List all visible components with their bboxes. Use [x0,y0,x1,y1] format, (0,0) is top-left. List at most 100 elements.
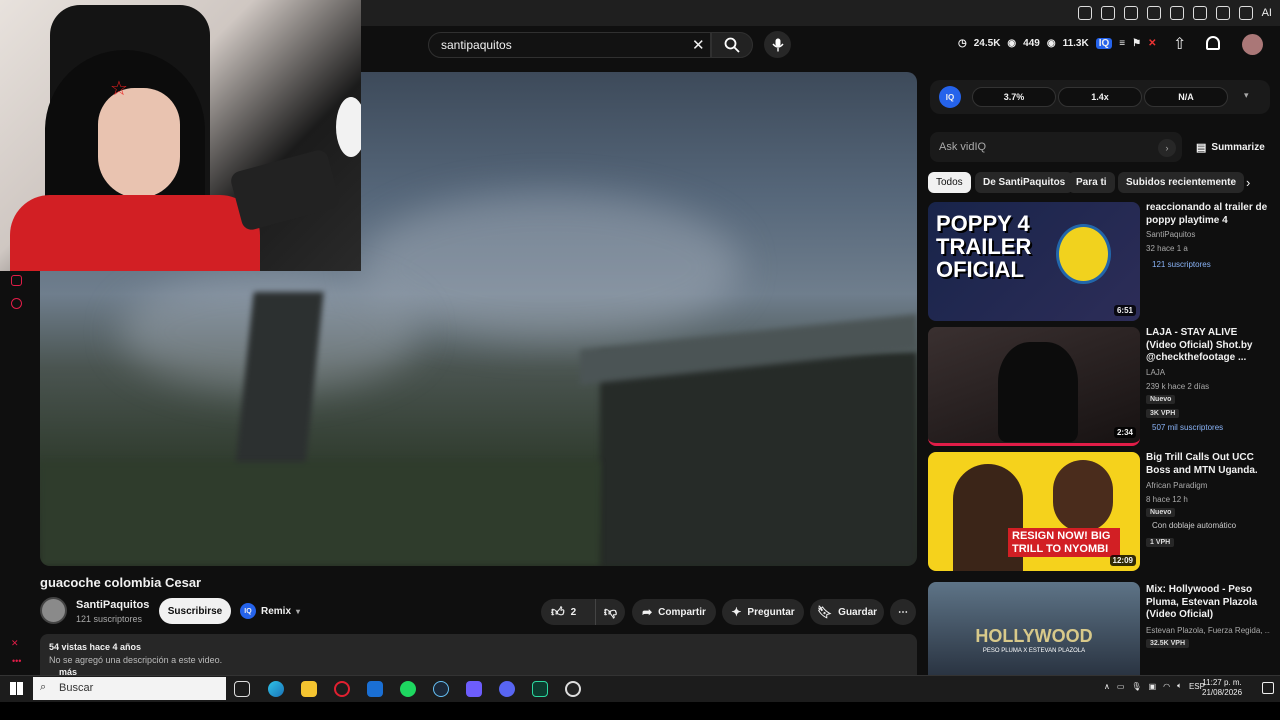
rec-channel[interactable]: SantiPaquitos [1146,230,1195,239]
upload-icon[interactable]: ⇧ [1173,34,1186,54]
rec-title[interactable]: Big Trill Calls Out UCC Boss and MTN Uga… [1146,452,1270,477]
bookmark-icon: 🔖︎ [816,605,833,619]
monitor-app-icon[interactable] [532,681,548,697]
search-icon [724,37,740,53]
rec-stats: 32 hace 1 a [1146,244,1188,253]
list-item[interactable]: 2:34 LAJA - STAY ALIVE (Video Oficial) S… [928,327,1270,447]
taskbar-search-input[interactable]: Buscar [33,677,226,700]
taskbar-clock[interactable]: 11:27 p. m. 21/08/2026 [1202,678,1242,699]
play-icon[interactable] [1146,6,1161,20]
ask-vidiq-input[interactable]: Ask vidIQ [930,132,1182,162]
puzzle-icon[interactable] [1192,6,1207,20]
book-icon: ▤ [1196,142,1207,154]
video-thumbnail[interactable]: POPPY 4 TRAILER OFICIAL 6:51 [928,202,1140,321]
tag-icon[interactable]: ⚑ [1132,38,1141,49]
rail-icon-chat[interactable] [11,275,22,286]
tray-volume-icon[interactable]: 🔈︎ [1177,681,1182,691]
shield-icon[interactable] [1123,6,1138,20]
ask-button[interactable]: ✦ Preguntar [722,599,804,625]
notifications-icon[interactable] [1206,36,1220,50]
chevron-down-icon[interactable]: ▾ [1244,90,1249,101]
eye-icon: ◉ [1007,38,1017,49]
thumbnail-text: POPPY 4 TRAILER OFICIAL [936,211,1032,283]
vidiq-icon: IQ [240,603,256,619]
file-explorer-icon[interactable] [301,681,317,697]
obs-icon[interactable] [565,681,581,697]
download-icon[interactable] [1215,6,1230,20]
heart-icon[interactable] [1169,6,1184,20]
ai-button[interactable]: AI [1262,7,1272,19]
search-input[interactable]: santipaquitos [428,32,711,58]
thumbnail-text: HOLLYWOOD [975,626,1093,646]
vidiq-logo[interactable]: IQ [939,86,961,108]
tray-mic-icon[interactable]: 🎙︎ [1131,682,1141,691]
dislike-button[interactable]: 👎︎ [595,599,625,625]
list-item[interactable]: RESIGN NOW! BIG TRILL TO NYOMBI 12:09 Bi… [928,452,1270,572]
chip-todos[interactable]: Todos [928,172,971,193]
video-thumbnail[interactable]: RESIGN NOW! BIG TRILL TO NYOMBI 12:09 [928,452,1140,571]
menu-lines-icon[interactable]: ≡ [1119,38,1125,49]
share-button[interactable]: ➦ Compartir [632,599,716,625]
summarize-button[interactable]: ▤ Summarize [1196,141,1265,154]
channel-name[interactable]: SantiPaquitos [76,599,149,611]
tray-device-icon[interactable]: ▭ [1117,682,1125,691]
list-item[interactable]: HOLLYWOOD PESO PLUMA X ESTEVAN PLAZOLA M… [928,582,1270,675]
video-thumbnail[interactable]: HOLLYWOOD PESO PLUMA X ESTEVAN PLAZOLA [928,582,1140,675]
rec-extra: 121 suscriptores [1152,260,1211,269]
list-item[interactable]: POPPY 4 TRAILER OFICIAL 6:51 reaccionand… [928,202,1270,322]
chevron-up-icon[interactable]: ∧ [1104,682,1110,691]
channel-avatar[interactable] [40,597,67,624]
rec-title[interactable]: reaccionando al trailer de poppy playtim… [1146,202,1270,227]
search-button[interactable] [711,32,753,58]
chip-for-you[interactable]: Para ti [1068,172,1115,193]
account-avatar[interactable] [1242,34,1263,55]
tray-wifi-icon[interactable]: ◠ [1163,682,1170,691]
more-actions-button[interactable]: ⋯ [890,599,916,625]
rec-title[interactable]: Mix: Hollywood - Peso Pluma, Estevan Pla… [1146,584,1270,622]
task-view-icon[interactable] [234,681,250,697]
bell-off-icon[interactable]: ✕ [1148,38,1156,49]
pin-icon[interactable] [1077,6,1092,20]
video-thumbnail[interactable]: 2:34 [928,327,1140,446]
rec-channel[interactable]: LAJA [1146,368,1165,377]
rec-title[interactable]: LAJA - STAY ALIVE (Video Oficial) Shot.b… [1146,327,1270,365]
windows-start-icon[interactable] [10,682,23,695]
chevron-right-icon[interactable]: › [1246,175,1250,190]
notifications-icon[interactable] [1262,682,1274,694]
tray-monitor-icon[interactable]: ▣ [1149,682,1157,691]
eye-icon: ◉ [1046,38,1056,49]
remix-button[interactable]: IQ Remix ▾ [240,600,300,622]
rail-icon-more[interactable]: ••• [12,656,21,666]
rec-channel[interactable]: Estevan Plazola, Fuerza Regida, ... [1146,626,1270,635]
description-box[interactable]: 54 vistas hace 4 años No se agregó una d… [40,634,917,677]
voice-search-button[interactable] [764,31,791,58]
app-grid-icon[interactable] [466,681,482,697]
edge-icon[interactable] [268,681,284,697]
send-icon[interactable]: › [1158,139,1176,157]
thumbs-up-icon: 👍︎ [551,604,565,619]
rail-icon-close[interactable]: ✕ [11,638,19,649]
opera-icon[interactable] [334,681,350,697]
rec-stats: 239 k hace 2 días [1146,382,1210,391]
vidiq-icon[interactable]: IQ [1095,38,1113,49]
rec-channel[interactable]: African Paradigm [1146,481,1207,490]
subscribe-button[interactable]: Suscribirse [159,598,231,624]
clock-icon: ◷ [958,38,967,49]
outlook-icon[interactable] [367,681,383,697]
channel-subscribers: 121 suscriptores [76,614,143,624]
rail-icon-settings[interactable] [11,298,22,309]
ask-label: Preguntar [747,606,795,618]
chip-channel[interactable]: De SantiPaquitos [975,172,1074,193]
save-button[interactable]: 🔖︎ Guardar [810,599,884,625]
steam-icon[interactable] [433,681,449,697]
screenshot-icon[interactable] [1100,6,1115,20]
rec-stats: 8 hace 12 h [1146,495,1188,504]
chip-recent[interactable]: Subidos recientemente [1118,172,1245,193]
rec-extra: 507 mil suscriptores [1152,423,1224,432]
discord-icon[interactable] [499,681,515,697]
profile-icon[interactable] [1238,6,1253,20]
like-button[interactable]: 👍︎ 2 [541,599,595,625]
spotify-icon[interactable] [400,681,416,697]
clear-search-icon[interactable]: ✕ [692,36,705,54]
duration-badge: 2:34 [1113,427,1136,438]
